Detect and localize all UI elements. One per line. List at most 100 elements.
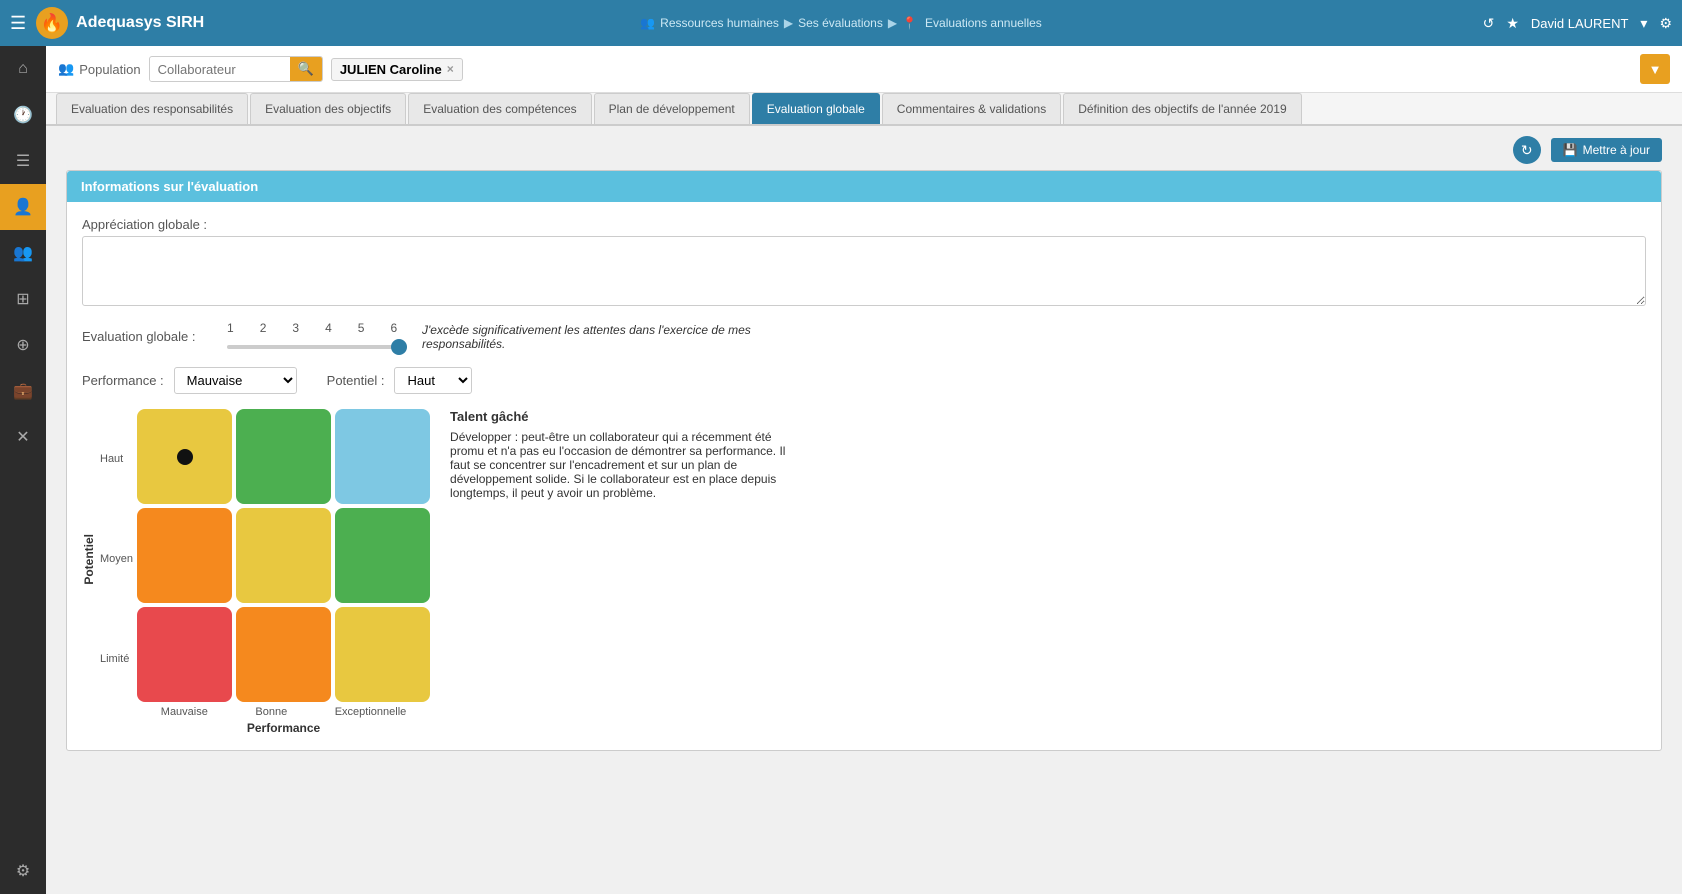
breadcrumb-item-3[interactable]: Evaluations annuelles [925,16,1042,30]
tab-definition-objectifs-2019[interactable]: Définition des objectifs de l'année 2019 [1063,93,1301,124]
potentiel-label: Potentiel : [327,373,385,388]
breadcrumb-sep-2: ▶ [888,16,897,30]
info-section: Informations sur l'évaluation Appréciati… [66,170,1662,751]
search-input-wrap: 🔍 [149,56,323,82]
tag-close-icon[interactable]: × [447,62,454,76]
performance-label: Performance : [82,373,164,388]
collaborateur-tag: JULIEN Caroline × [331,58,463,81]
slider-container: 1 2 3 4 5 6 [227,321,407,352]
matrix-description: Talent gâché Développer : peut-être un c… [450,409,800,500]
slider-num-3: 3 [292,321,299,335]
evaluation-globale-label: Evaluation globale : [82,329,212,344]
refresh-button[interactable]: ↻ [1513,136,1541,164]
tab-plan-developpement[interactable]: Plan de développement [594,93,750,124]
breadcrumb: 👥 Ressources humaines ▶ Ses évaluations … [640,16,1042,30]
pin-icon: 📍 [902,16,917,30]
user-chevron-icon[interactable]: ▾ [1640,15,1647,32]
settings-icon[interactable]: ⚙ [1659,15,1672,32]
app-logo: 🔥 Adequasys SIRH [36,7,204,39]
sidebar-item-home[interactable]: ⌂ [0,46,46,92]
top-action-row: ↻ 💾 Mettre à jour [66,136,1662,164]
matrix-area: Potentiel Haut Moyen Limité [82,409,1646,735]
slider-text: J'excède significativement les attentes … [422,323,822,351]
evaluation-slider[interactable] [227,345,407,349]
population-text: Population [79,62,140,77]
matrix-cell-0-0 [137,409,232,504]
update-label: Mettre à jour [1583,143,1650,157]
performance-row: Performance : Mauvaise Bonne Exceptionne… [82,367,297,394]
sidebar-item-clock[interactable]: 🕐 [0,92,46,138]
action-button[interactable]: ▼ [1640,54,1670,84]
breadcrumb-item-1[interactable]: Ressources humaines [660,16,779,30]
slider-num-5: 5 [358,321,365,335]
main-layout: ⌂ 🕐 ☰ 👤 👥 ⊞ ⊕ 💼 ✕ ⚙ 👥 Population 🔍 JULIE… [0,46,1682,894]
slider-numbers: 1 2 3 4 5 6 [227,321,407,335]
tab-evaluation-objectifs[interactable]: Evaluation des objectifs [250,93,406,124]
matrix-dot [177,449,193,465]
performance-select[interactable]: Mauvaise Bonne Exceptionnelle [174,367,297,394]
info-section-body: Appréciation globale : Evaluation global… [67,202,1661,750]
favorite-icon[interactable]: ★ [1506,15,1519,32]
sidebar-item-cross[interactable]: ✕ [0,414,46,460]
matrix-cell-0-1 [236,409,331,504]
matrix-cell-1-0 [137,508,232,603]
sidebar-item-briefcase[interactable]: 💼 [0,368,46,414]
search-row: 👥 Population 🔍 JULIEN Caroline × ▼ [46,46,1682,93]
population-icon: 👥 [58,61,74,77]
tab-evaluation-globale[interactable]: Evaluation globale [752,93,880,124]
potentiel-select[interactable]: Limité Moyen Haut [394,367,472,394]
breadcrumb-item-2[interactable]: Ses évaluations [798,16,883,30]
matrix-cell-1-2 [335,508,430,603]
y-label-haut: Haut [100,453,133,465]
tab-evaluation-competences[interactable]: Evaluation des compétences [408,93,591,124]
sidebar-item-person[interactable]: 👤 [0,184,46,230]
slider-num-6: 6 [390,321,397,335]
left-sidebar: ⌂ 🕐 ☰ 👤 👥 ⊞ ⊕ 💼 ✕ ⚙ [0,46,46,894]
slider-num-1: 1 [227,321,234,335]
matrix-grid [137,409,430,702]
perf-pot-row: Performance : Mauvaise Bonne Exceptionne… [82,367,1646,394]
app-title: Adequasys SIRH [76,14,204,32]
info-section-title: Informations sur l'évaluation [81,179,258,194]
tag-name: JULIEN Caroline [340,62,442,77]
population-label: 👥 Population [58,61,141,77]
hamburger-menu[interactable]: ☰ [10,13,26,34]
top-right-actions: ↺ ★ David LAURENT ▾ ⚙ [1483,15,1672,32]
x-axis-labels: Mauvaise Bonne Exceptionnelle [137,706,430,718]
tab-evaluation-responsabilites[interactable]: Evaluation des responsabilités [56,93,248,124]
top-navbar: ☰ 🔥 Adequasys SIRH 👥 Ressources humaines… [0,0,1682,46]
tab-commentaires-validations[interactable]: Commentaires & validations [882,93,1061,124]
potentiel-row: Potentiel : Limité Moyen Haut [327,367,473,394]
matrix-cell-2-1 [236,607,331,702]
sidebar-item-grid[interactable]: ⊞ [0,276,46,322]
matrix-cell-2-0 [137,607,232,702]
tab-bar: Evaluation des responsabilités Evaluatio… [46,93,1682,126]
y-axis-label: Potentiel [82,534,96,585]
search-button[interactable]: 🔍 [290,57,322,81]
update-button[interactable]: 💾 Mettre à jour [1551,138,1662,162]
description-title: Talent gâché [450,409,800,424]
update-icon: 💾 [1563,143,1578,157]
x-label-mauvaise: Mauvaise [161,706,208,718]
matrix-cell-2-2 [335,607,430,702]
refresh-history-icon[interactable]: ↺ [1483,15,1495,32]
sidebar-item-list[interactable]: ☰ [0,138,46,184]
slider-num-2: 2 [260,321,267,335]
description-text: Développer : peut-être un collaborateur … [450,430,800,500]
sidebar-item-add[interactable]: ⊕ [0,322,46,368]
user-menu[interactable]: David LAURENT [1531,16,1629,31]
x-label-exceptionnelle: Exceptionnelle [335,706,407,718]
x-axis-label-main: Performance [137,721,430,735]
matrix-grid-container: Mauvaise Bonne Exceptionnelle Performanc… [137,409,430,735]
slider-num-4: 4 [325,321,332,335]
breadcrumb-icon: 👥 [640,16,655,30]
appreciation-label: Appréciation globale : [82,217,1646,232]
appreciation-textarea[interactable] [82,236,1646,306]
info-section-header: Informations sur l'évaluation [67,171,1661,202]
sidebar-item-group[interactable]: 👥 [0,230,46,276]
search-input[interactable] [150,58,290,81]
sidebar-bottom: ⚙ [0,848,46,894]
y-label-limite: Limité [100,653,133,665]
sidebar-item-settings[interactable]: ⚙ [0,848,46,894]
evaluation-globale-row: Evaluation globale : 1 2 3 4 5 6 [82,321,1646,352]
